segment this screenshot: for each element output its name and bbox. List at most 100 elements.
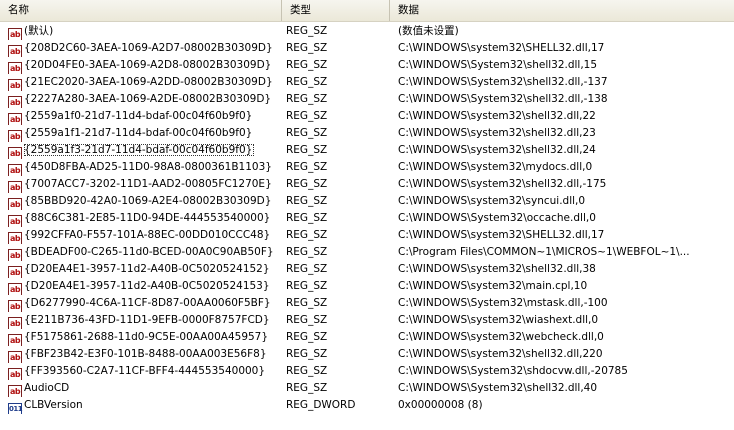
string-value-icon: ab: [8, 181, 22, 193]
value-name-cell[interactable]: ab {21EC2020-3AEA-1069-A2DD-08002B30309D}: [8, 74, 280, 91]
table-row[interactable]: ab {E211B736-43FD-11D1-9EFB-0000F8757FCD}…: [0, 312, 734, 329]
value-type-cell: REG_SZ: [286, 76, 328, 88]
string-value-icon: ab: [8, 147, 22, 159]
value-name-cell[interactable]: ab {D20EA4E1-3957-11d2-A40B-0C5020524153}: [8, 278, 280, 295]
value-type-cell: REG_SZ: [286, 382, 328, 394]
table-row[interactable]: ab {85BBD920-42A0-1069-A2E4-08002B30309D}…: [0, 193, 734, 210]
table-row[interactable]: ab {2559a1f1-21d7-11d4-bdaf-00c04f60b9f0}…: [0, 125, 734, 142]
value-name-cell[interactable]: ab {BDEADF00-C265-11d0-BCED-00A0C90AB50F}: [8, 244, 280, 261]
value-name-cell[interactable]: ab {20D04FE0-3AEA-1069-A2D8-08002B30309D}: [8, 57, 280, 74]
table-row[interactable]: ab {D20EA4E1-3957-11d2-A40B-0C5020524152}…: [0, 261, 734, 278]
table-row[interactable]: ab {208D2C60-3AEA-1069-A2D7-08002B30309D}…: [0, 40, 734, 57]
value-type-cell: REG_SZ: [286, 263, 328, 275]
value-type-cell: REG_SZ: [286, 365, 328, 377]
value-name-text: {BDEADF00-C265-11d0-BCED-00A0C90AB50F}: [24, 246, 274, 258]
value-name-cell[interactable]: ab {D20EA4E1-3957-11d2-A40B-0C5020524152}: [8, 261, 280, 278]
string-value-icon: ab: [8, 317, 22, 329]
value-name-cell[interactable]: ab {7007ACC7-3202-11D1-AAD2-00805FC1270E}: [8, 176, 280, 193]
table-row[interactable]: ab {7007ACC7-3202-11D1-AAD2-00805FC1270E}…: [0, 176, 734, 193]
value-name-text: {21EC2020-3AEA-1069-A2DD-08002B30309D}: [24, 76, 273, 88]
string-value-icon: ab: [8, 198, 22, 210]
value-data-cell: C:\WINDOWS\system32\shell32.dll,24: [398, 144, 596, 156]
table-row[interactable]: ab {FBF23B42-E3F0-101B-8488-00AA003E56F8}…: [0, 346, 734, 363]
value-data-cell: (数值未设置): [398, 25, 459, 37]
table-row[interactable]: ab {88C6C381-2E85-11D0-94DE-444553540000}…: [0, 210, 734, 227]
value-name-cell[interactable]: ab {FF393560-C2A7-11CF-BFF4-444553540000}: [8, 363, 280, 380]
value-type-cell: REG_SZ: [286, 297, 328, 309]
value-name-cell[interactable]: ab {992CFFA0-F557-101A-88EC-00DD010CCC48}: [8, 227, 280, 244]
table-row[interactable]: ab {FF393560-C2A7-11CF-BFF4-444553540000}…: [0, 363, 734, 380]
table-row[interactable]: ab {450D8FBA-AD25-11D0-98A8-0800361B1103}…: [0, 159, 734, 176]
value-type-cell: REG_SZ: [286, 42, 328, 54]
value-name-cell[interactable]: ab {FBF23B42-E3F0-101B-8488-00AA003E56F8}: [8, 346, 280, 363]
value-name-text: {85BBD920-42A0-1069-A2E4-08002B30309D}: [24, 195, 272, 207]
value-name-cell[interactable]: ab {F5175861-2688-11d0-9C5E-00AA00A45957}: [8, 329, 280, 346]
value-name-cell[interactable]: ab AudioCD: [8, 380, 280, 397]
value-data-cell: C:\WINDOWS\system32\main.cpl,10: [398, 280, 588, 292]
column-header-data[interactable]: 数据: [390, 0, 734, 21]
column-header-type[interactable]: 类型: [282, 0, 390, 21]
table-row[interactable]: ab {D6277990-4C6A-11CF-8D87-00AA0060F5BF}…: [0, 295, 734, 312]
value-type-cell: REG_SZ: [286, 93, 328, 105]
table-row[interactable]: ab {F5175861-2688-11d0-9C5E-00AA00A45957}…: [0, 329, 734, 346]
value-name-cell[interactable]: ab {88C6C381-2E85-11D0-94DE-444553540000}: [8, 210, 280, 227]
value-data-cell: C:\WINDOWS\system32\shell32.dll,23: [398, 127, 596, 139]
value-name-text: {D20EA4E1-3957-11d2-A40B-0C5020524153}: [24, 280, 270, 292]
table-row[interactable]: 011 CLBVersion REG_DWORD 0x00000008 (8): [0, 397, 734, 414]
registry-value-list: ab (默认) REG_SZ (数值未设置) ab {208D2C60-3AEA-1069…: [0, 23, 734, 414]
value-name-text: {F5175861-2688-11d0-9C5E-00AA00A45957}: [24, 331, 269, 343]
value-name-cell[interactable]: ab {2559a1f1-21d7-11d4-bdaf-00c04f60b9f0}: [8, 125, 280, 142]
value-data-cell: C:\WINDOWS\system32\shell32.dll,22: [398, 110, 596, 122]
string-value-icon: ab: [8, 249, 22, 261]
value-data-cell: C:\WINDOWS\System32\shell32.dll,15: [398, 59, 598, 71]
value-name-cell[interactable]: ab {85BBD920-42A0-1069-A2E4-08002B30309D}: [8, 193, 280, 210]
value-name-text: {D6277990-4C6A-11CF-8D87-00AA0060F5BF}: [24, 297, 271, 309]
value-type-cell: REG_SZ: [286, 314, 328, 326]
value-data-cell: C:\WINDOWS\system32\wiashext.dll,0: [398, 314, 599, 326]
value-type-cell: REG_SZ: [286, 246, 328, 258]
string-value-icon: ab: [8, 266, 22, 278]
string-value-icon: ab: [8, 215, 22, 227]
value-type-cell: REG_SZ: [286, 144, 328, 156]
table-row[interactable]: ab (默认) REG_SZ (数值未设置): [0, 23, 734, 40]
value-type-cell: REG_SZ: [286, 59, 328, 71]
value-name-text: {FF393560-C2A7-11CF-BFF4-444553540000}: [24, 365, 266, 377]
value-type-cell: REG_SZ: [286, 127, 328, 139]
value-data-cell: C:\WINDOWS\system32\syncui.dll,0: [398, 195, 586, 207]
value-name-cell[interactable]: ab {2559a1f0-21d7-11d4-bdaf-00c04f60b9f0}: [8, 108, 280, 125]
binary-value-icon: 011: [8, 403, 23, 414]
value-name-cell[interactable]: ab {450D8FBA-AD25-11D0-98A8-0800361B1103}: [8, 159, 280, 176]
value-name-text: {2227A280-3AEA-1069-A2DE-08002B30309D}: [24, 93, 272, 105]
value-data-cell: C:\WINDOWS\System32\shell32.dll,-137: [398, 76, 608, 88]
value-name-cell[interactable]: ab {2559a1f3-21d7-11d4-bdaf-00c04f60b9f0}: [8, 142, 280, 159]
value-data-cell: C:\WINDOWS\system32\webcheck.dll,0: [398, 331, 604, 343]
value-name-cell[interactable]: ab {208D2C60-3AEA-1069-A2D7-08002B30309D}: [8, 40, 280, 57]
value-data-cell: C:\WINDOWS\system32\shell32.dll,38: [398, 263, 596, 275]
table-row[interactable]: ab {21EC2020-3AEA-1069-A2DD-08002B30309D}…: [0, 74, 734, 91]
table-row[interactable]: ab AudioCD REG_SZ C:\WINDOWS\System32\shell…: [0, 380, 734, 397]
value-name-text: {450D8FBA-AD25-11D0-98A8-0800361B1103}: [24, 161, 272, 173]
list-header: 名称 类型 数据: [0, 0, 734, 22]
value-name-cell[interactable]: ab {E211B736-43FD-11D1-9EFB-0000F8757FCD}: [8, 312, 280, 329]
value-name-cell[interactable]: ab {2227A280-3AEA-1069-A2DE-08002B30309D}: [8, 91, 280, 108]
table-row[interactable]: ab {2227A280-3AEA-1069-A2DE-08002B30309D}…: [0, 91, 734, 108]
value-name-text: {FBF23B42-E3F0-101B-8488-00AA003E56F8}: [24, 348, 267, 360]
value-name-cell[interactable]: 011 CLBVersion: [8, 397, 280, 414]
value-data-cell: C:\WINDOWS\System32\mstask.dll,-100: [398, 297, 608, 309]
value-type-cell: REG_SZ: [286, 161, 328, 173]
column-header-name[interactable]: 名称: [0, 0, 282, 21]
table-row[interactable]: ab {D20EA4E1-3957-11d2-A40B-0C5020524153}…: [0, 278, 734, 295]
table-row[interactable]: ab {2559a1f0-21d7-11d4-bdaf-00c04f60b9f0}…: [0, 108, 734, 125]
table-row[interactable]: ab {992CFFA0-F557-101A-88EC-00DD010CCC48}…: [0, 227, 734, 244]
string-value-icon: ab: [8, 164, 22, 176]
value-name-cell[interactable]: ab {D6277990-4C6A-11CF-8D87-00AA0060F5BF}: [8, 295, 280, 312]
value-name-cell[interactable]: ab (默认): [8, 23, 280, 40]
value-name-text: AudioCD: [24, 382, 70, 394]
table-row[interactable]: ab {BDEADF00-C265-11d0-BCED-00A0C90AB50F}…: [0, 244, 734, 261]
table-row[interactable]: ab {20D04FE0-3AEA-1069-A2D8-08002B30309D}…: [0, 57, 734, 74]
value-type-cell: REG_SZ: [286, 280, 328, 292]
table-row[interactable]: ab {2559a1f3-21d7-11d4-bdaf-00c04f60b9f0}…: [0, 142, 734, 159]
value-name-text: {D20EA4E1-3957-11d2-A40B-0C5020524152}: [24, 263, 270, 275]
value-type-cell: REG_SZ: [286, 331, 328, 343]
value-data-cell: C:\WINDOWS\system32\SHELL32.dll,17: [398, 42, 605, 54]
